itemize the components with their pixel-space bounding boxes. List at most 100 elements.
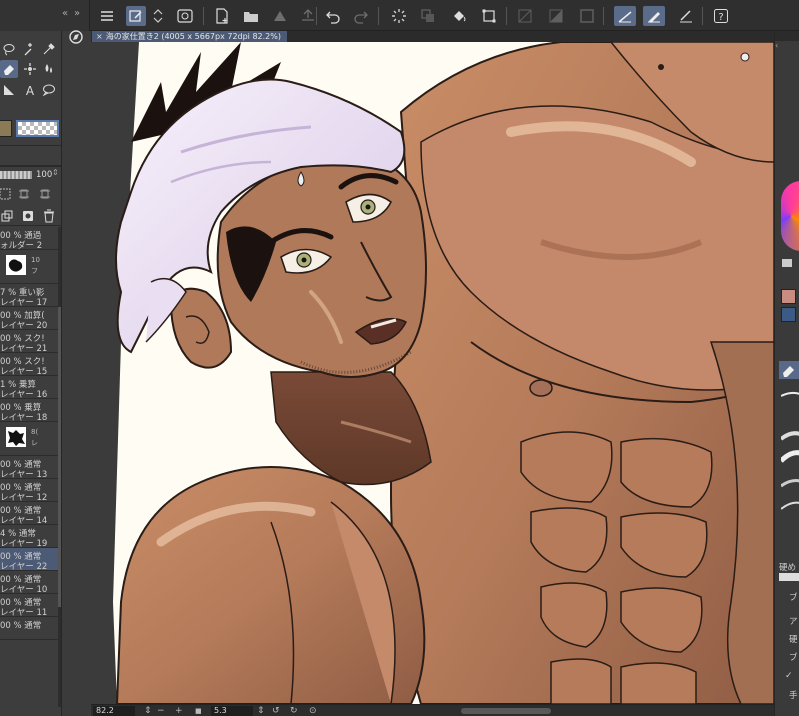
- layer-row[interactable]: 10 フ: [0, 250, 58, 284]
- panel-toggle-icon[interactable]: ‹: [775, 41, 778, 50]
- sub-color-chip[interactable]: [781, 307, 796, 322]
- new-layer-icon[interactable]: [0, 207, 16, 225]
- new-mask-icon[interactable]: [19, 207, 37, 225]
- horizontal-scrollbar[interactable]: [331, 705, 771, 716]
- rotation-field[interactable]: 5.3: [211, 706, 253, 716]
- deselect-icon[interactable]: [515, 6, 535, 26]
- brush-density-slider[interactable]: [779, 573, 799, 581]
- layer-row[interactable]: 00 % 通常 レイヤー 11: [0, 594, 58, 618]
- color-wheel[interactable]: [781, 181, 799, 251]
- layer-list-scrollbar[interactable]: [58, 227, 61, 707]
- decoration-icon[interactable]: [21, 60, 39, 78]
- checkbox-icon[interactable]: ✓: [785, 671, 793, 681]
- help-icon[interactable]: ?: [711, 6, 731, 26]
- undo-icon[interactable]: [323, 6, 343, 26]
- magic-wand-icon[interactable]: [21, 40, 39, 58]
- opacity-stepper-icon[interactable]: ⇕: [52, 168, 59, 177]
- speech-balloon-icon[interactable]: [40, 81, 58, 99]
- zoom-in-button[interactable]: +: [175, 705, 183, 716]
- layer-list: 00 % 通過 ォルダー 2 10 フ 7 % 重い影 レイヤー 17 00 %…: [0, 227, 58, 716]
- status-bar: 82.2 ⇕ − + ■ 5.3 ⇕ ↺ ↻ ⊙: [91, 704, 774, 716]
- property-label: 硬: [789, 635, 798, 645]
- brush-stroke-previews[interactable]: [781, 391, 799, 531]
- layer-row[interactable]: 00 % スク! レイヤー 21: [0, 330, 58, 354]
- open-folder-icon[interactable]: [241, 6, 261, 26]
- fit-view-icon[interactable]: ■: [195, 705, 202, 716]
- canvas-area[interactable]: [91, 42, 774, 704]
- collapse-panel-icon[interactable]: «: [62, 8, 68, 19]
- blend-drop-icon[interactable]: [40, 60, 58, 78]
- layer-row[interactable]: 8( レ: [0, 422, 58, 456]
- layer-row[interactable]: 00 % 通過 ォルダー 2: [0, 227, 58, 251]
- invert-selection-icon[interactable]: [546, 6, 566, 26]
- zoom-stepper-icon[interactable]: ⇕: [144, 705, 152, 716]
- document-title: 海の家仕置き2 (4005 x 5667px 72dpi 82.2%): [105, 32, 281, 41]
- layer-mask-icon[interactable]: [0, 185, 14, 203]
- eraser-icon[interactable]: [0, 60, 18, 78]
- zoom-out-button[interactable]: −: [157, 705, 165, 716]
- property-label: ア: [789, 617, 798, 627]
- stroke-select-icon[interactable]: [614, 6, 636, 26]
- updown-icon[interactable]: [152, 6, 164, 26]
- layer-opacity-value[interactable]: 100: [36, 170, 52, 180]
- layer-row[interactable]: 00 % 加算( レイヤー 20: [0, 307, 58, 331]
- loading-icon[interactable]: [389, 6, 409, 26]
- navigator-icon[interactable]: [68, 29, 84, 45]
- gradient-icon[interactable]: [0, 81, 18, 99]
- brush-density-label: 硬め: [779, 563, 797, 573]
- save-icon[interactable]: [270, 6, 290, 26]
- svg-text:?: ?: [718, 12, 723, 23]
- menu-icon[interactable]: [97, 6, 117, 26]
- ruler-link-icon[interactable]: [15, 185, 33, 203]
- rotation-stepper-icon[interactable]: ⇕: [257, 705, 265, 716]
- copy-icon[interactable]: [418, 6, 438, 26]
- layer-row[interactable]: 00 % 乗算 レイヤー 18: [0, 399, 58, 423]
- text-tool-icon[interactable]: A: [21, 81, 39, 99]
- color-mode-toggle[interactable]: [782, 259, 792, 267]
- zoom-field[interactable]: 82.2: [93, 706, 135, 716]
- layer-thumbnail: [6, 255, 26, 275]
- layer-blend-label: 00 % 通常: [0, 621, 42, 631]
- rotate-right-icon[interactable]: ↻: [290, 705, 298, 716]
- reference-layer-icon[interactable]: [36, 185, 54, 203]
- selection-border-icon[interactable]: [577, 6, 597, 26]
- lasso-icon[interactable]: [0, 40, 18, 58]
- layer-row[interactable]: 00 % 通常 レイヤー 13: [0, 456, 58, 480]
- cloud-icon[interactable]: [175, 6, 195, 26]
- eraser-subtool-icon[interactable]: [779, 361, 799, 379]
- ruler-pen-icon[interactable]: [676, 6, 696, 26]
- main-color-chip[interactable]: [781, 289, 796, 304]
- layer-opacity-slider[interactable]: [0, 171, 32, 179]
- layer-row[interactable]: 00 % スク! レイヤー 15: [0, 353, 58, 377]
- new-file-icon[interactable]: [212, 6, 232, 26]
- delete-layer-icon[interactable]: [40, 207, 58, 225]
- redo-icon[interactable]: [351, 6, 371, 26]
- transparent-color-swatch[interactable]: [16, 120, 59, 137]
- export-icon[interactable]: [298, 6, 318, 26]
- main-color-swatch[interactable]: [0, 120, 12, 137]
- layer-row[interactable]: 00 % 通常 レイヤー 12: [0, 479, 58, 503]
- layer-row[interactable]: 00 % 通常 レイヤー 10: [0, 571, 58, 595]
- layer-row[interactable]: 4 % 通常 レイヤー 19: [0, 525, 58, 549]
- layer-row-selected[interactable]: 00 % 通常 レイヤー 22: [0, 548, 58, 572]
- property-label: 手: [789, 691, 798, 701]
- document-tab[interactable]: × 海の家仕置き2 (4005 x 5667px 72dpi 82.2%): [92, 31, 287, 42]
- artwork-illustration[interactable]: [91, 42, 774, 704]
- main-toolbar: « » ?: [0, 0, 799, 31]
- fill-bucket-icon[interactable]: [449, 6, 469, 26]
- edit-tool-icon[interactable]: [126, 6, 146, 26]
- tool-and-layer-panel: A 100 ⇕ 00 % 通過 ォルダー 2 10 フ 7 % 重い影 レイヤー…: [0, 31, 62, 716]
- layer-thumb-label: 10: [31, 256, 40, 264]
- layer-row[interactable]: 7 % 重い影 レイヤー 17: [0, 284, 58, 308]
- layer-row[interactable]: 00 % 通常 レイヤー 14: [0, 502, 58, 526]
- layer-row[interactable]: 00 % 通常: [0, 617, 58, 640]
- reset-rotation-icon[interactable]: ⊙: [309, 705, 317, 716]
- layer-row[interactable]: 1 % 乗算 レイヤー 16: [0, 376, 58, 400]
- eyedropper-icon[interactable]: [40, 40, 58, 58]
- collapse-panel-icon-2[interactable]: »: [74, 8, 80, 19]
- brush-reference-icon[interactable]: [643, 6, 665, 26]
- layer-thumb-label: レ: [31, 439, 38, 447]
- transform-icon[interactable]: [479, 6, 499, 26]
- rotate-left-icon[interactable]: ↺: [272, 705, 280, 716]
- close-tab-icon[interactable]: ×: [96, 32, 103, 41]
